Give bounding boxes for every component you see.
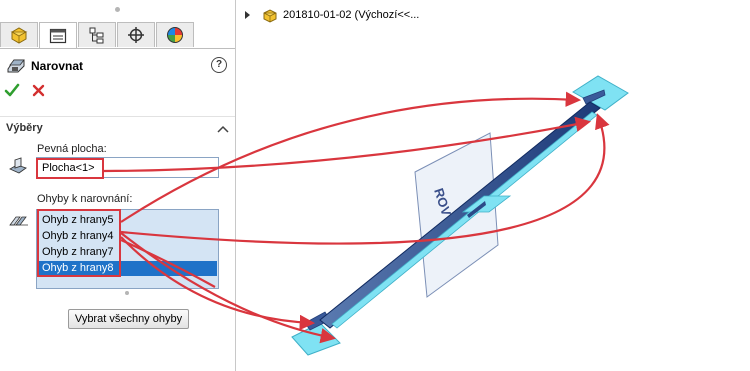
graphics-area[interactable]: ROV — [0, 0, 750, 371]
sheet-metal-part[interactable] — [291, 75, 629, 356]
